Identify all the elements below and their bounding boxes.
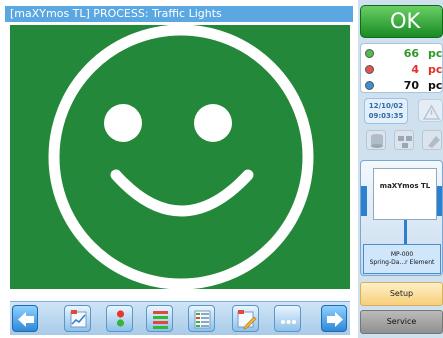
window-title: [maXYmos TL] PROCESS: Traffic Lights bbox=[5, 6, 353, 22]
database-icon bbox=[371, 134, 383, 148]
smiley-icon bbox=[48, 25, 314, 289]
traffic-light-icon bbox=[116, 310, 125, 327]
status-sidebar: OK 66 pcs 4 pcs 70 pcs 12/10/02 09:03:35 bbox=[358, 0, 443, 338]
service-button[interactable]: Service bbox=[360, 310, 443, 334]
element-card: MP-000 Spring-Da...r Element bbox=[363, 244, 441, 274]
smiley-mouth bbox=[110, 169, 254, 217]
right-connector-bar bbox=[437, 186, 442, 216]
ok-status-button[interactable]: OK bbox=[360, 5, 443, 38]
total-count-value: 70 bbox=[403, 79, 419, 92]
eraser-button[interactable] bbox=[422, 130, 442, 150]
tool-icons-row bbox=[360, 128, 443, 152]
eraser-icon bbox=[428, 136, 440, 148]
table-icon bbox=[194, 310, 211, 329]
part-counters: 66 pcs 4 pcs 70 pcs bbox=[360, 43, 443, 93]
process-panel: [maXYmos TL] PROCESS: Traffic Lights bbox=[0, 0, 354, 338]
element-id: MP-000 bbox=[390, 251, 414, 258]
setup-button[interactable]: Setup bbox=[360, 282, 443, 306]
more-button[interactable] bbox=[274, 305, 301, 332]
datetime-display: 12/10/02 09:03:35 bbox=[364, 98, 408, 124]
curve-chart-icon bbox=[70, 310, 87, 328]
total-count-unit: pcs bbox=[428, 79, 443, 92]
warning-button[interactable] bbox=[418, 99, 443, 122]
process-element-box[interactable]: maXYmos TL MP-000 Spring-Da...r Element bbox=[360, 160, 443, 276]
left-connector-bar bbox=[361, 186, 367, 216]
ok-count-unit: pcs bbox=[428, 47, 443, 60]
previous-arrow-button[interactable] bbox=[12, 305, 38, 332]
app-window: [maXYmos TL] PROCESS: Traffic Lights OK … bbox=[0, 0, 443, 338]
network-icon bbox=[398, 136, 412, 148]
right-arrow-icon bbox=[327, 312, 343, 327]
database-button[interactable] bbox=[366, 130, 386, 150]
total-count-row: 70 pcs bbox=[361, 78, 443, 92]
bar-list-icon bbox=[153, 311, 168, 329]
date-text: 12/10/02 bbox=[368, 102, 404, 110]
bar-list-button[interactable] bbox=[146, 305, 173, 332]
smiley-outline bbox=[48, 25, 314, 289]
smiley-left-eye bbox=[104, 104, 142, 142]
total-count-icon bbox=[365, 81, 374, 90]
nok-count-icon bbox=[365, 65, 374, 74]
traffic-light-button[interactable] bbox=[106, 305, 133, 332]
graph-view-button[interactable] bbox=[64, 305, 91, 332]
edit-view-button[interactable] bbox=[232, 305, 259, 332]
table-view-button[interactable] bbox=[188, 305, 215, 332]
nok-count-value: 4 bbox=[411, 63, 419, 76]
traffic-light-display bbox=[10, 25, 350, 289]
ok-count-value: 66 bbox=[403, 47, 419, 60]
ok-count-row: 66 pcs bbox=[361, 46, 443, 62]
connection-button[interactable] bbox=[394, 130, 414, 150]
element-name: Spring-Da...r Element bbox=[369, 259, 435, 266]
warning-icon bbox=[422, 104, 441, 120]
smiley-right-eye bbox=[194, 104, 232, 142]
device-card: maXYmos TL bbox=[373, 168, 437, 220]
ellipsis-icon bbox=[281, 320, 296, 324]
left-arrow-icon bbox=[18, 312, 34, 327]
nok-count-unit: pcs bbox=[428, 63, 443, 76]
nok-count-row: 4 pcs bbox=[361, 62, 443, 78]
pencil-chart-icon bbox=[237, 310, 257, 330]
ok-count-icon bbox=[365, 49, 374, 58]
view-toolbar bbox=[10, 301, 350, 335]
next-arrow-button[interactable] bbox=[321, 305, 347, 332]
time-text: 09:03:35 bbox=[368, 112, 404, 120]
